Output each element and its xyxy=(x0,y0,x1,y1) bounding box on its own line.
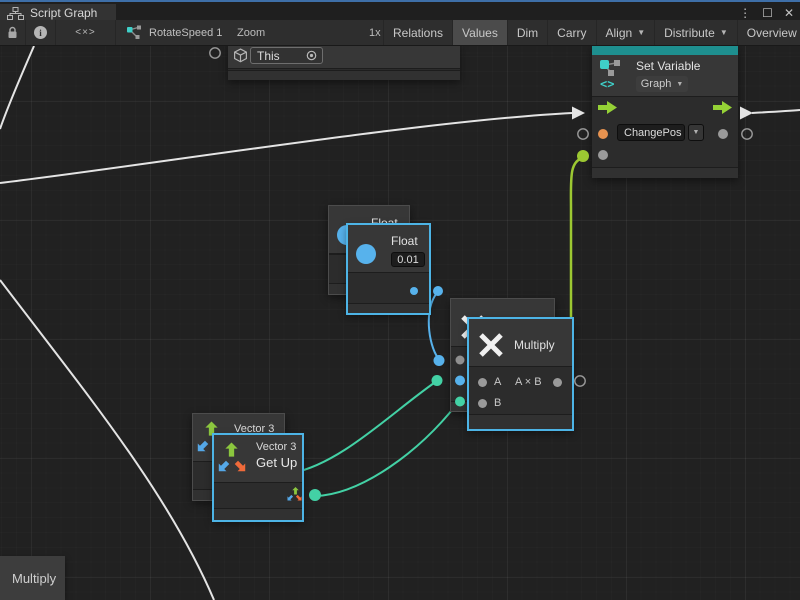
toolbar-button-group: Relations Values Dim Carry Align▼ Distri… xyxy=(383,20,800,45)
graph-tab-icon xyxy=(7,7,24,20)
wire-getup-to-multiply-b[interactable] xyxy=(316,405,456,496)
graph-canvas[interactable]: This <> Set Variable Graph xyxy=(0,46,800,600)
tab-title: Script Graph xyxy=(30,6,97,20)
node-float[interactable]: Float 0.01 xyxy=(347,224,430,314)
carry-button[interactable]: Carry xyxy=(547,20,595,45)
relations-button[interactable]: Relations xyxy=(383,20,452,45)
node-vector3-get-up[interactable]: Vector 3 Get Up xyxy=(213,434,303,521)
node-set-variable[interactable]: <> Set Variable Graph ▼ ChangePos ▼ xyxy=(592,46,738,178)
wire-vector3-to-multiply-back[interactable] xyxy=(292,383,434,473)
empty-port-multiply-output[interactable] xyxy=(575,376,585,386)
wire-flow-into-set-variable[interactable] xyxy=(0,113,572,183)
empty-port-set-variable-right[interactable] xyxy=(742,129,752,139)
flow-input-port[interactable] xyxy=(598,101,617,114)
menu-icon[interactable]: ⋮ xyxy=(739,6,751,20)
wire-multiply-to-set-variable[interactable] xyxy=(571,158,583,320)
vector3-downleft-arrow-icon xyxy=(216,459,231,474)
wire-endpoint-float-output[interactable] xyxy=(433,286,443,296)
variable-name-field[interactable]: ChangePos xyxy=(617,124,685,141)
wire-flow-offscreen-top-left[interactable] xyxy=(0,46,34,129)
input-a-label: A xyxy=(494,376,501,388)
node-title: Multiply xyxy=(514,338,555,352)
chevron-down-icon: ▼ xyxy=(693,129,700,136)
wire-flow-out-of-set-variable[interactable] xyxy=(752,110,800,113)
wire-endpoint-multiply-back-b[interactable] xyxy=(432,375,443,386)
lock-icon xyxy=(7,26,18,39)
lock-button[interactable] xyxy=(0,20,26,45)
vector3-downleft-arrow-icon xyxy=(195,439,210,454)
vector3-output-port[interactable] xyxy=(286,486,304,503)
chevron-down-icon: ▼ xyxy=(720,28,728,37)
info-icon: i xyxy=(34,26,47,39)
zoom-value: 1x xyxy=(369,20,381,45)
object-picker-icon[interactable] xyxy=(305,49,318,62)
input-value-port[interactable] xyxy=(598,150,608,160)
svg-text:<>: <> xyxy=(600,77,614,90)
wire-endpoint-multiply-back-a[interactable] xyxy=(434,355,445,366)
unity-script-graph-window: Script Graph ⋮ ☐ ✕ i <×> xyxy=(0,0,800,600)
distribute-dropdown[interactable]: Distribute▼ xyxy=(654,20,737,45)
title-bar: Script Graph ⋮ ☐ ✕ xyxy=(0,0,800,20)
edit-code-button[interactable]: <×> xyxy=(56,20,116,45)
node-title: Float xyxy=(391,234,418,248)
wire-flow-diagonal[interactable] xyxy=(0,280,214,600)
corner-node-multiply[interactable]: Multiply xyxy=(0,556,65,600)
this-field-value: This xyxy=(257,49,280,63)
flow-arrow-into-set-variable[interactable] xyxy=(572,107,585,120)
corner-node-title: Multiply xyxy=(12,571,56,586)
align-dropdown[interactable]: Align▼ xyxy=(596,20,655,45)
set-variable-icon: <> xyxy=(598,58,624,90)
values-button[interactable]: Values xyxy=(452,20,507,45)
code-icon: <×> xyxy=(75,27,96,38)
float-icon xyxy=(356,244,376,264)
output-value-port[interactable] xyxy=(718,129,728,139)
empty-port-set-variable-left[interactable] xyxy=(578,129,588,139)
scope-value: Graph xyxy=(641,78,672,90)
this-object-field[interactable]: This xyxy=(250,47,323,64)
node-title: Set Variable xyxy=(636,59,700,73)
node-subtitle: Get Up xyxy=(256,455,297,470)
mini-downleft-arrow-icon xyxy=(286,494,294,502)
chevron-down-icon: ▼ xyxy=(676,81,683,88)
float-value-field[interactable]: 0.01 xyxy=(391,252,425,267)
vector3-downright-arrow-icon xyxy=(233,459,248,474)
float-output-port[interactable] xyxy=(410,287,418,295)
graph-name-label: RotateSpeed 1 xyxy=(149,27,222,39)
mini-downright-arrow-icon xyxy=(295,494,303,502)
variable-name-value: ChangePos xyxy=(624,127,682,139)
chevron-down-icon: ▼ xyxy=(637,28,645,37)
graph-breadcrumb[interactable]: RotateSpeed 1 xyxy=(126,20,222,45)
flow-output-port[interactable] xyxy=(713,101,732,114)
float-value: 0.01 xyxy=(397,254,418,266)
wire-endpoint-lime[interactable] xyxy=(577,150,589,162)
zoom-label: Zoom xyxy=(237,20,265,45)
close-icon[interactable]: ✕ xyxy=(784,6,794,20)
overview-button[interactable]: Overview xyxy=(737,20,800,45)
vector3-up-arrow-icon xyxy=(223,441,240,459)
wire-endpoint-getup-output[interactable] xyxy=(309,489,321,501)
variable-scope-dropdown[interactable]: Graph ▼ xyxy=(636,76,688,92)
inspect-button[interactable]: i xyxy=(26,20,56,45)
graph-asset-icon xyxy=(126,25,142,40)
input-b-port[interactable] xyxy=(478,399,487,408)
empty-port-this[interactable] xyxy=(210,48,220,58)
node-title: Vector 3 xyxy=(256,441,296,453)
gameobject-cube-icon xyxy=(233,48,248,63)
graph-toolbar: i <×> RotateSpeed 1 Zoom 1x Relations Va… xyxy=(0,20,800,46)
node-multiply[interactable]: Multiply A A × B B xyxy=(468,318,573,430)
input-a-port[interactable] xyxy=(478,378,487,387)
set-variable-accent-bar xyxy=(592,46,738,55)
wire-float-to-multiply[interactable] xyxy=(429,293,438,358)
result-output-port[interactable] xyxy=(553,378,562,387)
variable-name-dropdown[interactable]: ▼ xyxy=(688,124,704,141)
flow-arrow-out-of-set-variable[interactable] xyxy=(740,107,753,120)
variable-name-port[interactable] xyxy=(598,129,608,139)
node-this[interactable]: This xyxy=(228,46,460,80)
output-label: A × B xyxy=(515,376,542,388)
input-b-label: B xyxy=(494,397,501,409)
maximize-icon[interactable]: ☐ xyxy=(762,6,773,20)
multiply-icon xyxy=(478,332,504,358)
dim-button[interactable]: Dim xyxy=(507,20,547,45)
